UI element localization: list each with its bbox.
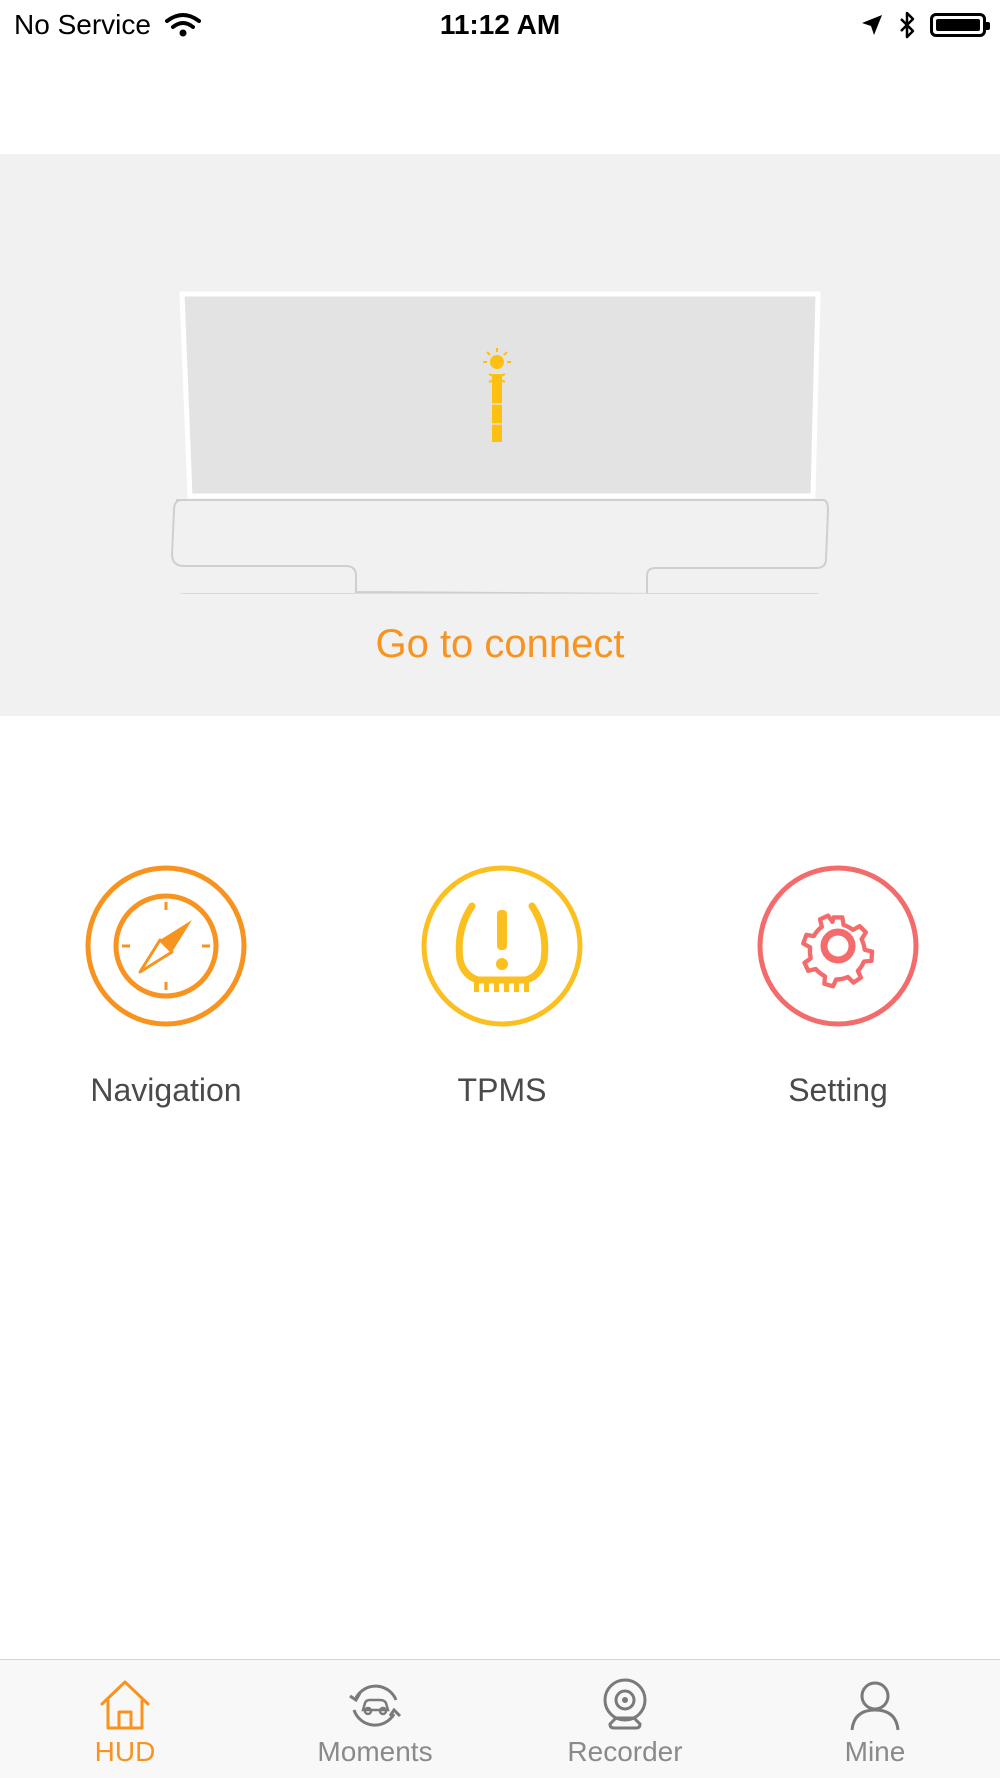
setting-label: Setting (788, 1072, 888, 1108)
navigation-label: Navigation (90, 1072, 242, 1108)
hud-device-illustration (170, 291, 830, 594)
car-cycle-icon (349, 1684, 402, 1727)
status-bar: No Service 11:12 AM (0, 0, 1000, 50)
tab-mine-label: Mine (844, 1736, 906, 1767)
tab-moments-label: Moments (317, 1736, 433, 1767)
tpms-label: TPMS (457, 1072, 547, 1108)
tab-hud[interactable]: HUD (0, 1660, 250, 1778)
home-icon (100, 1680, 150, 1730)
status-time: 11:12 AM (439, 9, 561, 40)
tab-recorder-label: Recorder (567, 1736, 683, 1767)
hud-hero-panel: Go to connect (0, 154, 1000, 716)
tab-moments[interactable]: Moments (250, 1660, 500, 1778)
feature-row: Navigation TPMS Setting (0, 864, 1000, 1124)
navigation-button[interactable]: Navigation (46, 864, 286, 1109)
setting-button[interactable]: Setting (718, 864, 958, 1109)
bottom-tab-bar: HUD Moments Recorder Mine (0, 1659, 1000, 1778)
tab-mine[interactable]: Mine (750, 1660, 1000, 1778)
compass-icon (85, 865, 247, 1027)
tire-pressure-icon (421, 865, 583, 1027)
tab-hud-label: HUD (94, 1736, 156, 1767)
gear-icon (757, 865, 919, 1027)
go-to-connect-link[interactable]: Go to connect (0, 622, 1000, 667)
person-icon (850, 1681, 900, 1731)
tpms-button[interactable]: TPMS (382, 864, 622, 1109)
tab-recorder[interactable]: Recorder (500, 1660, 750, 1778)
camera-icon (603, 1678, 647, 1730)
battery-icon (930, 13, 990, 37)
